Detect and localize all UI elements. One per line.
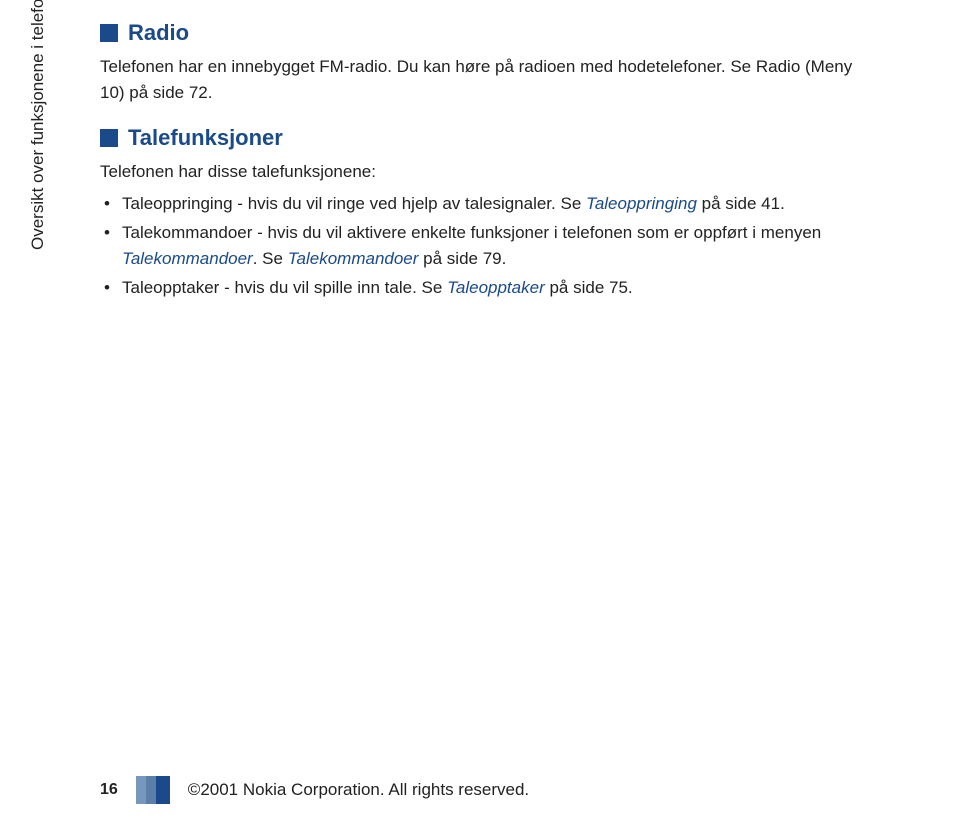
bullet-text: på side 79. <box>418 249 506 268</box>
copyright-text: ©2001 Nokia Corporation. All rights rese… <box>188 780 529 800</box>
bullet-list: Taleoppringing - hvis du vil ringe ved h… <box>100 191 880 301</box>
bullet-text: på side 75. <box>545 278 633 297</box>
bullet-text: på side 41. <box>697 194 785 213</box>
square-bullet-icon <box>100 129 118 147</box>
link-talekommandoer-2[interactable]: Talekommandoer <box>288 249 419 268</box>
section-heading-talefunksjoner: Talefunksjoner <box>100 125 880 151</box>
footer-bar-segment <box>156 776 170 804</box>
bullet-text: Taleopptaker - hvis du vil spille inn ta… <box>122 278 447 297</box>
list-item: Taleoppringing - hvis du vil ringe ved h… <box>100 191 880 217</box>
footer: 16 ©2001 Nokia Corporation. All rights r… <box>100 776 529 804</box>
main-content: Radio Telefonen har en innebygget FM-rad… <box>100 20 880 305</box>
square-bullet-icon <box>100 24 118 42</box>
body-radio: Telefonen har en innebygget FM-radio. Du… <box>100 54 880 105</box>
intro-talefunksjoner: Telefonen har disse talefunksjonene: <box>100 159 880 185</box>
list-item: Taleopptaker - hvis du vil spille inn ta… <box>100 275 880 301</box>
bullet-text: Talekommandoer - hvis du vil aktivere en… <box>122 223 821 242</box>
link-taleopptaker[interactable]: Taleopptaker <box>447 278 545 297</box>
bullet-text: . Se <box>253 249 288 268</box>
section-heading-radio: Radio <box>100 20 880 46</box>
footer-bar-icon <box>136 776 170 804</box>
heading-radio: Radio <box>128 20 189 46</box>
footer-bar-segment <box>136 776 146 804</box>
link-talekommandoer[interactable]: Talekommandoer <box>122 249 253 268</box>
heading-talefunksjoner: Talefunksjoner <box>128 125 283 151</box>
bullet-text: Taleoppringing - hvis du vil ringe ved h… <box>122 194 586 213</box>
list-item: Talekommandoer - hvis du vil aktivere en… <box>100 220 880 271</box>
page-number: 16 <box>100 781 118 799</box>
link-taleoppringing[interactable]: Taleoppringing <box>586 194 697 213</box>
sidebar-section-label: Oversikt over funksjonene i telefonen <box>28 0 48 250</box>
footer-bar-segment <box>146 776 156 804</box>
